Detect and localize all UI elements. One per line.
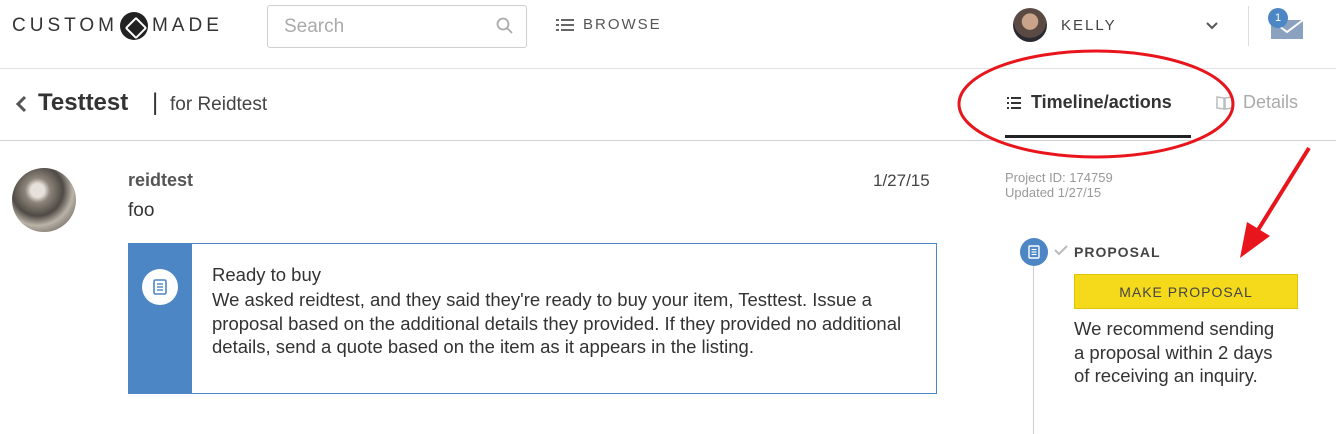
- browse-label: BROWSE: [583, 16, 662, 33]
- back-chevron-icon[interactable]: [14, 95, 28, 113]
- tab-details-label: Details: [1243, 92, 1299, 112]
- annotation-arrow-head: [1240, 222, 1270, 258]
- card-title: Ready to buy: [212, 264, 322, 285]
- message-date: 1/27/15: [873, 171, 930, 190]
- list-icon: [1007, 97, 1021, 109]
- list-icon: [556, 18, 574, 31]
- logo[interactable]: CUSTOM MADE: [12, 12, 223, 40]
- timeline-line: [1033, 265, 1034, 434]
- avatar[interactable]: [1013, 8, 1047, 42]
- book-icon: [1216, 96, 1233, 110]
- document-icon: [1020, 238, 1048, 266]
- title-separator: |: [152, 89, 159, 116]
- step-label-proposal: PROPOSAL: [1074, 244, 1161, 260]
- logo-text-left: CUSTOM: [12, 15, 118, 36]
- notification-badge[interactable]: 1: [1268, 8, 1288, 28]
- project-id: Project ID: 174759: [1005, 170, 1113, 185]
- logo-mark-icon: [119, 12, 148, 40]
- top-nav: CUSTOM MADE BROWSE KELLY 1: [0, 0, 1336, 69]
- card-accent: [129, 244, 192, 393]
- search-input[interactable]: [268, 6, 478, 47]
- divider: [1248, 6, 1249, 46]
- search-box: [267, 5, 527, 48]
- project-header: Testtest | for Reidtest Timeline/actions…: [0, 70, 1336, 141]
- document-icon: [142, 269, 178, 305]
- username[interactable]: KELLY: [1061, 17, 1117, 34]
- browse-link[interactable]: BROWSE: [556, 16, 662, 33]
- chevron-down-icon[interactable]: [1205, 19, 1219, 33]
- logo-text-right: MADE: [151, 15, 223, 36]
- card-body: We asked reidtest, and they said they're…: [212, 289, 902, 357]
- page-title: Testtest: [38, 89, 129, 116]
- make-proposal-button[interactable]: MAKE PROPOSAL: [1074, 274, 1298, 309]
- sender-avatar: [12, 168, 76, 232]
- tab-details[interactable]: Details: [1216, 92, 1298, 113]
- message-text: foo: [128, 200, 155, 221]
- search-icon[interactable]: [496, 17, 514, 35]
- recommendation-text: We recommend sending a proposal within 2…: [1074, 318, 1275, 386]
- tab-timeline-actions[interactable]: Timeline/actions: [1005, 90, 1191, 138]
- tab-timeline-label: Timeline/actions: [1031, 92, 1172, 112]
- ready-to-buy-card: Ready to buy We asked reidtest, and they…: [128, 243, 937, 394]
- check-icon: [1054, 245, 1068, 256]
- sender-name[interactable]: reidtest: [128, 170, 193, 191]
- project-meta: Project ID: 174759 Updated 1/27/15: [1005, 170, 1113, 200]
- updated-date: Updated 1/27/15: [1005, 185, 1102, 200]
- annotation-arrow-line: [1256, 146, 1311, 232]
- buyer-label: for Reidtest: [170, 94, 268, 115]
